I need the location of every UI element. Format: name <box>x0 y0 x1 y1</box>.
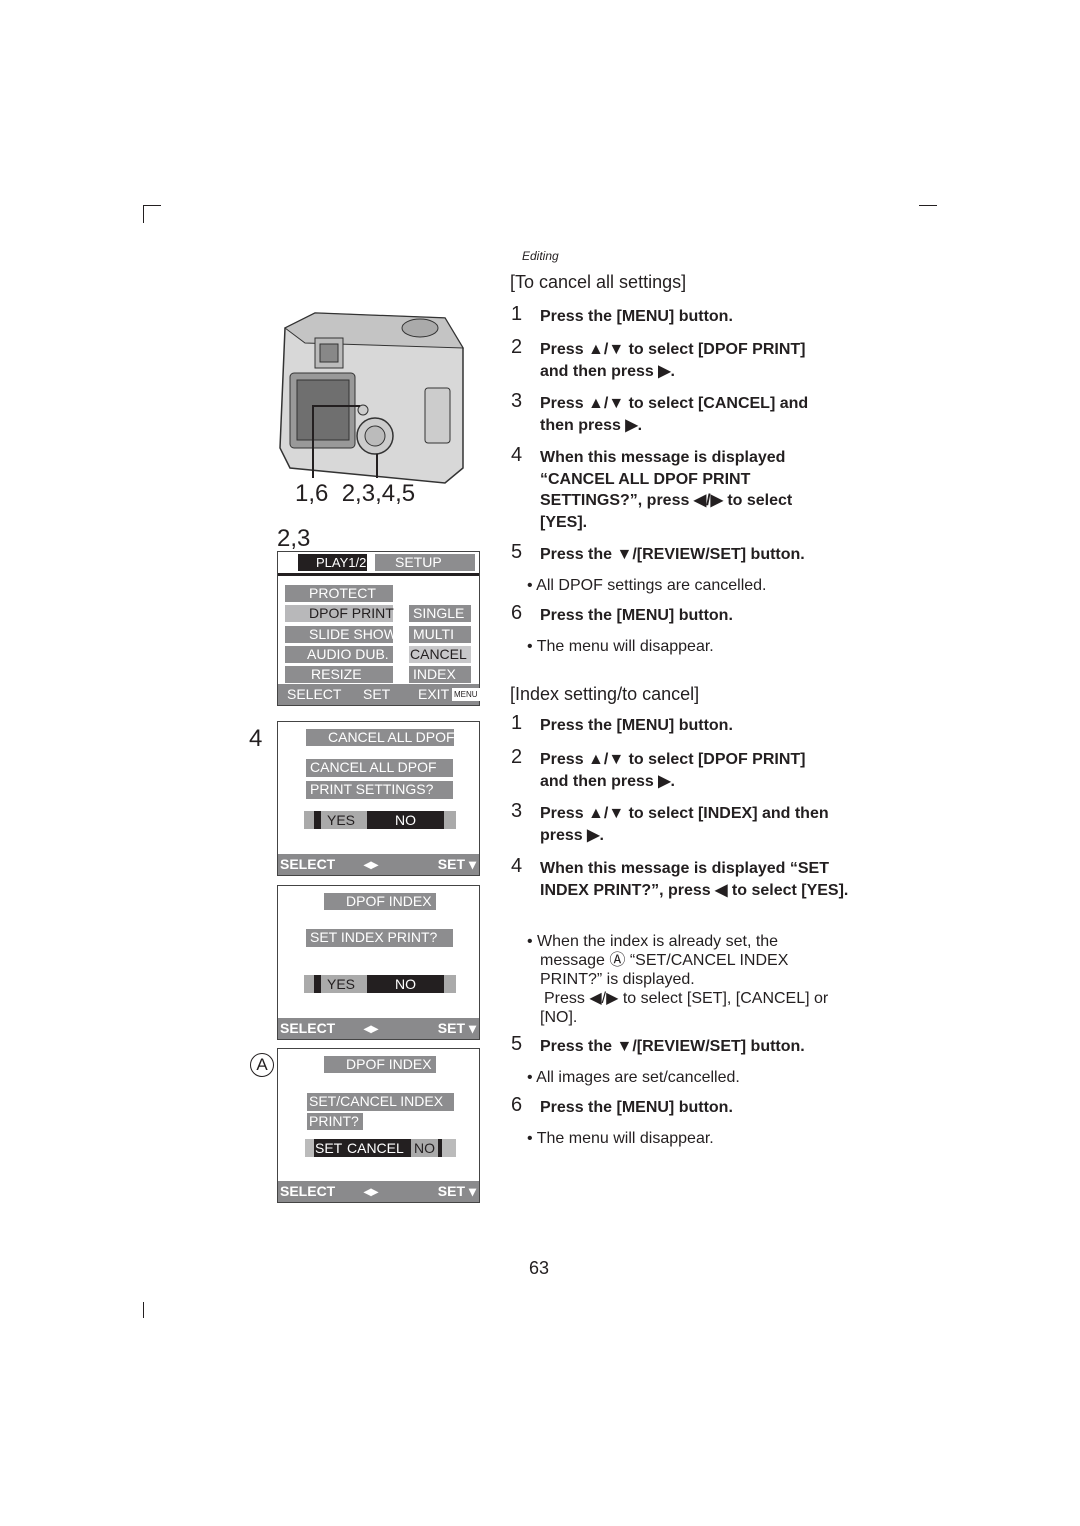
dpof-index-screen: DPOF INDEX SET INDEX PRINT? YES NO SELEC… <box>277 885 480 1040</box>
no-option[interactable]: NO <box>367 811 444 829</box>
callout-a-icon: A <box>250 1053 274 1077</box>
camera-illustration <box>279 312 464 484</box>
crop-mark <box>143 205 161 206</box>
note: • The menu will disappear. <box>527 1130 714 1147</box>
option-cancel[interactable]: CANCEL <box>409 646 471 663</box>
page-number: 63 <box>529 1258 550 1278</box>
menu-item-protect[interactable]: PROTECT <box>285 585 393 602</box>
yes-option[interactable]: YES <box>314 811 361 829</box>
note: • When the index is already set, the mes… <box>527 933 789 988</box>
footer-select: SELECT <box>287 686 342 702</box>
footer-select: SELECT <box>280 1183 336 1199</box>
heading-cancel-all: [To cancel all settings] <box>510 272 687 292</box>
footer-exit: EXIT <box>418 686 450 702</box>
screen-label: 2,3 <box>277 525 311 552</box>
menu-item-audio-dub[interactable]: AUDIO DUB. <box>285 646 393 663</box>
crop-mark <box>143 205 144 223</box>
crop-mark <box>143 1302 144 1318</box>
option-multi[interactable]: MULTI <box>409 626 471 643</box>
footer-set: SET <box>363 686 391 702</box>
message-line: SET/CANCEL INDEX <box>307 1093 454 1111</box>
screen-title: CANCEL ALL DPOF <box>306 729 455 746</box>
cancel-all-screen: CANCEL ALL DPOF CANCEL ALL DPOF PRINT SE… <box>277 721 480 876</box>
note: Press ◀/▶ to select [SET], [CANCEL] or [… <box>540 990 829 1026</box>
footer-set: SET <box>437 856 465 872</box>
footer-set: SET <box>437 1020 465 1036</box>
no-option[interactable]: NO <box>411 1139 438 1157</box>
manual-page: 1,6 2,3,4,5 2,3 4 A PLAY1/2 SETUP PROTEC… <box>0 0 1080 1526</box>
screen-title: DPOF INDEX <box>324 1056 436 1073</box>
note: • All images are set/cancelled. <box>527 1069 740 1086</box>
heading-index: [Index setting/to cancel] <box>510 684 700 704</box>
option-index[interactable]: INDEX <box>409 666 471 683</box>
menu-item-resize[interactable]: RESIZE <box>285 666 393 683</box>
set-cancel-index-screen: DPOF INDEX SET/CANCEL INDEX PRINT? SET C… <box>277 1048 480 1203</box>
message-line: SET INDEX PRINT? <box>306 929 453 947</box>
screen-title: DPOF INDEX <box>324 893 436 910</box>
note: • The menu will disappear. <box>527 638 714 655</box>
option-single[interactable]: SINGLE <box>409 605 471 622</box>
menu-badge: MENU <box>452 688 480 701</box>
section-label: Editing <box>522 249 559 263</box>
menu-item-slide-show[interactable]: SLIDE SHOW <box>285 626 397 643</box>
screen-label: 4 <box>249 725 263 752</box>
menu-screen: PLAY1/2 SETUP PROTECT DPOF PRINT SLIDE S… <box>277 551 480 706</box>
menu-item-dpof-print[interactable]: DPOF PRINT <box>285 605 394 622</box>
footer-select: SELECT <box>280 856 336 872</box>
tab-setup[interactable]: SETUP <box>375 554 475 571</box>
yes-option[interactable]: YES <box>314 975 361 993</box>
message-line: PRINT SETTINGS? <box>306 781 453 799</box>
tab-play[interactable]: PLAY1/2 <box>298 554 367 571</box>
message-line: PRINT? <box>307 1113 363 1130</box>
cancel-option[interactable]: CANCEL <box>347 1139 404 1157</box>
footer-set: SET <box>437 1183 465 1199</box>
no-option[interactable]: NO <box>367 975 444 993</box>
note: • All DPOF settings are cancelled. <box>527 577 767 594</box>
set-option[interactable]: SET <box>315 1139 342 1157</box>
camera-callouts: 1,6 2,3,4,5 <box>295 480 416 507</box>
crop-mark <box>919 205 937 206</box>
message-line: CANCEL ALL DPOF <box>306 759 453 777</box>
footer-select: SELECT <box>280 1020 336 1036</box>
